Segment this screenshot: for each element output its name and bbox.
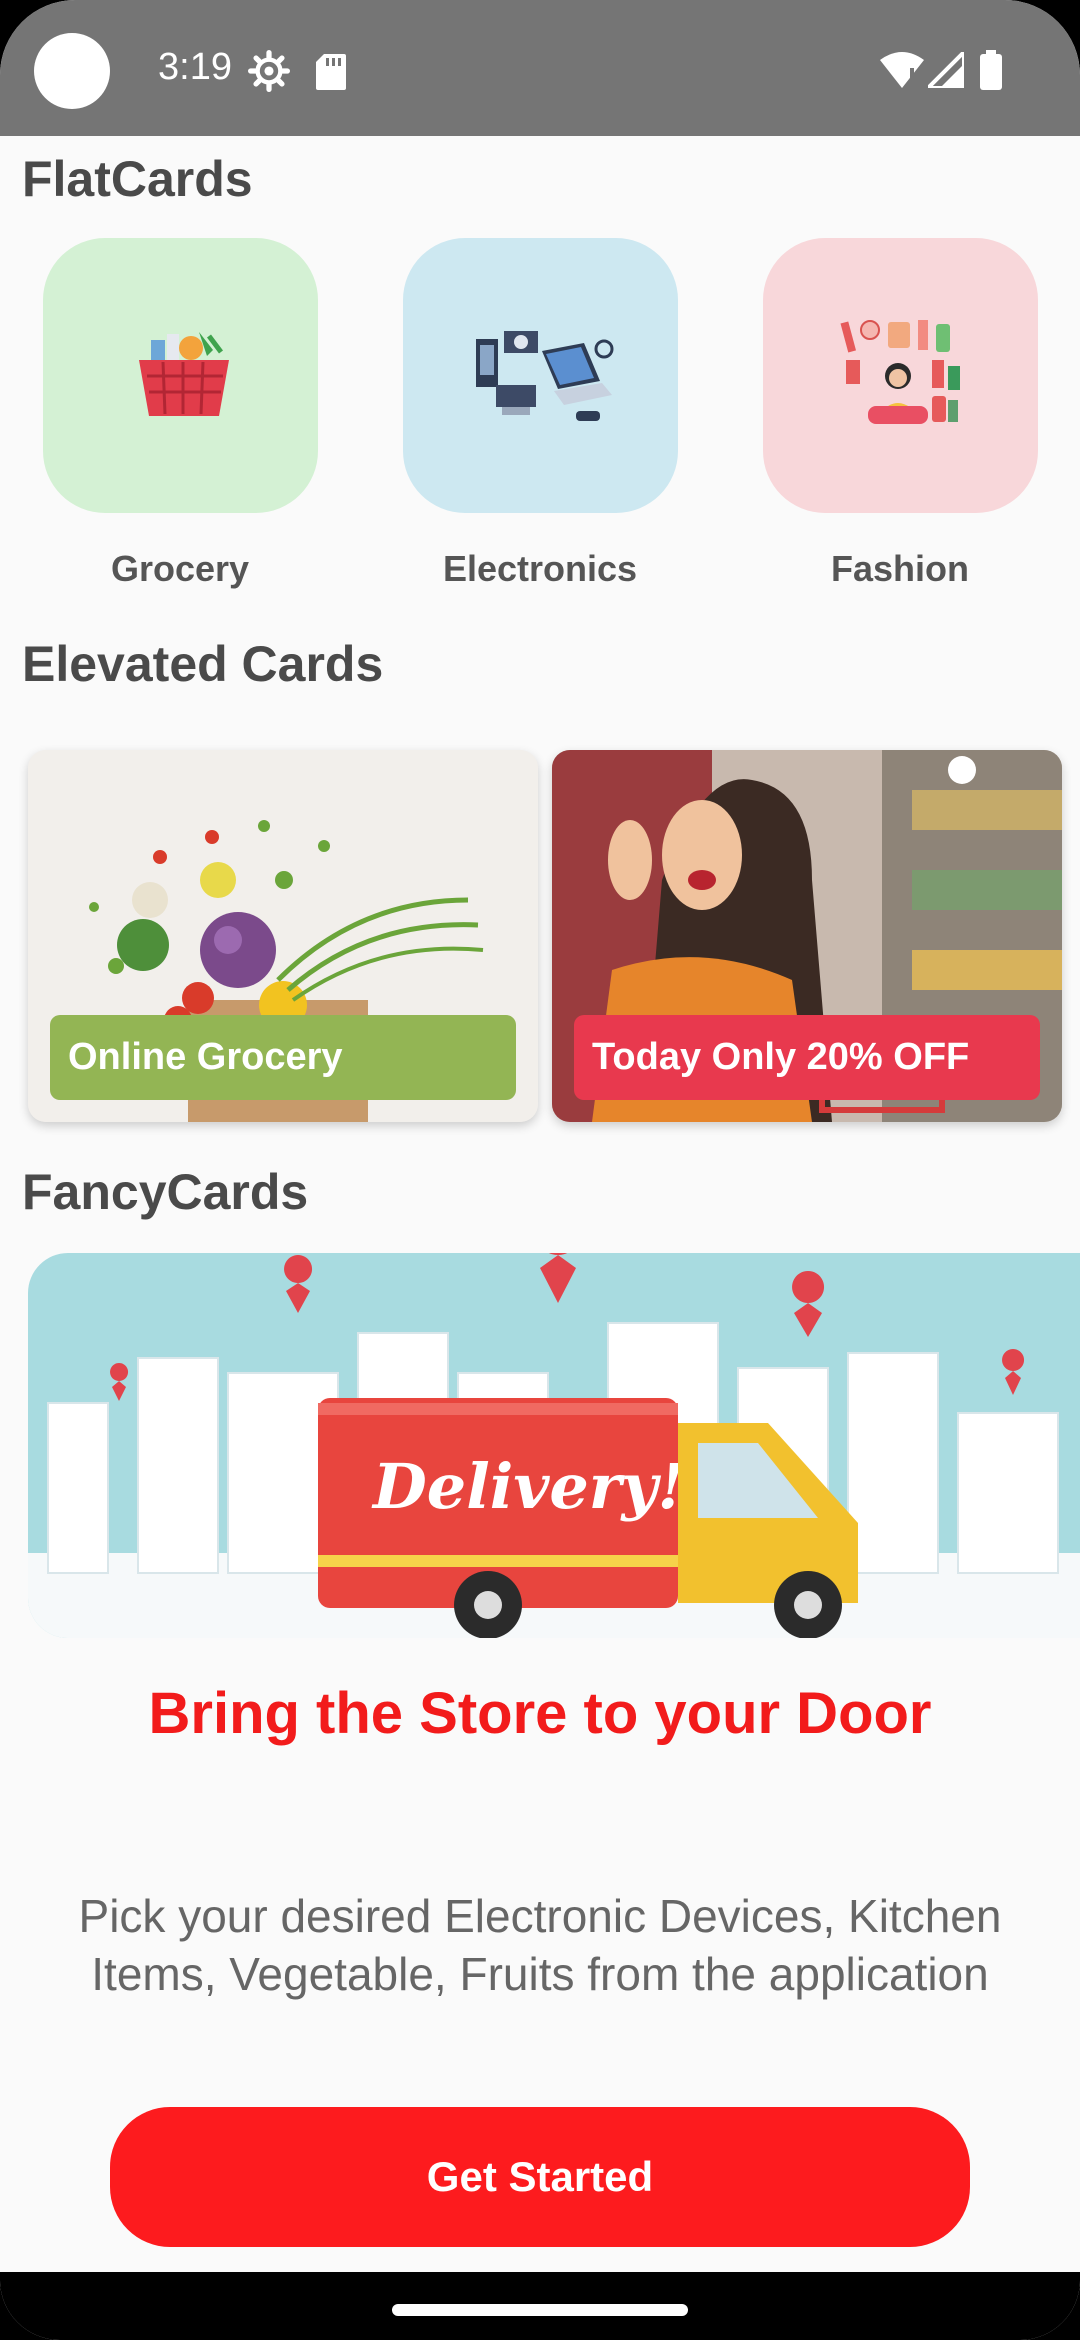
home-gesture-handle[interactable] <box>392 2304 688 2316</box>
grocery-card[interactable] <box>43 238 318 513</box>
fashion-card[interactable] <box>763 238 1038 513</box>
online-grocery-badge: Online Grocery <box>50 1015 516 1100</box>
electronics-label: Electronics <box>442 548 638 589</box>
discount-card[interactable]: Today Only 20% OFF <box>552 750 1062 1122</box>
grocery-label: Grocery <box>110 548 250 589</box>
fashion-icon <box>840 319 960 424</box>
flat-cards-heading: FlatCards <box>22 151 253 207</box>
get-started-button[interactable]: Get Started <box>110 2107 970 2247</box>
cell-signal-icon <box>928 52 964 88</box>
delivery-banner: Delivery! <box>28 1253 1080 1638</box>
delivery-text: Delivery! <box>371 1450 685 1523</box>
grocery-basket-icon <box>138 331 229 416</box>
fancy-card-title: Bring the Store to your Door <box>148 1681 932 1746</box>
app-screen: 3:19 FlatCards Grocery Electronics Fashi… <box>0 0 1080 2340</box>
elevated-cards-heading: Elevated Cards <box>22 636 384 692</box>
electronics-card[interactable] <box>403 238 678 513</box>
sd-card-icon <box>316 54 346 90</box>
battery-icon <box>980 50 1002 90</box>
discount-badge: Today Only 20% OFF <box>574 1015 1040 1100</box>
fashion-label: Fashion <box>830 548 969 589</box>
fancy-card-description: Pick your desired Electronic Devices, Ki… <box>78 1890 1002 2000</box>
front-camera <box>34 33 110 109</box>
online-grocery-card[interactable]: Online Grocery <box>28 750 538 1122</box>
status-bar: 3:19 <box>0 0 1080 136</box>
status-time: 3:19 <box>158 46 232 88</box>
delivery-truck-illustration: Delivery! <box>28 1253 1080 1638</box>
fancy-cards-heading: FancyCards <box>22 1164 309 1220</box>
electronics-icon <box>475 330 613 421</box>
settings-gear-icon <box>248 50 290 92</box>
wifi-icon <box>880 52 924 88</box>
